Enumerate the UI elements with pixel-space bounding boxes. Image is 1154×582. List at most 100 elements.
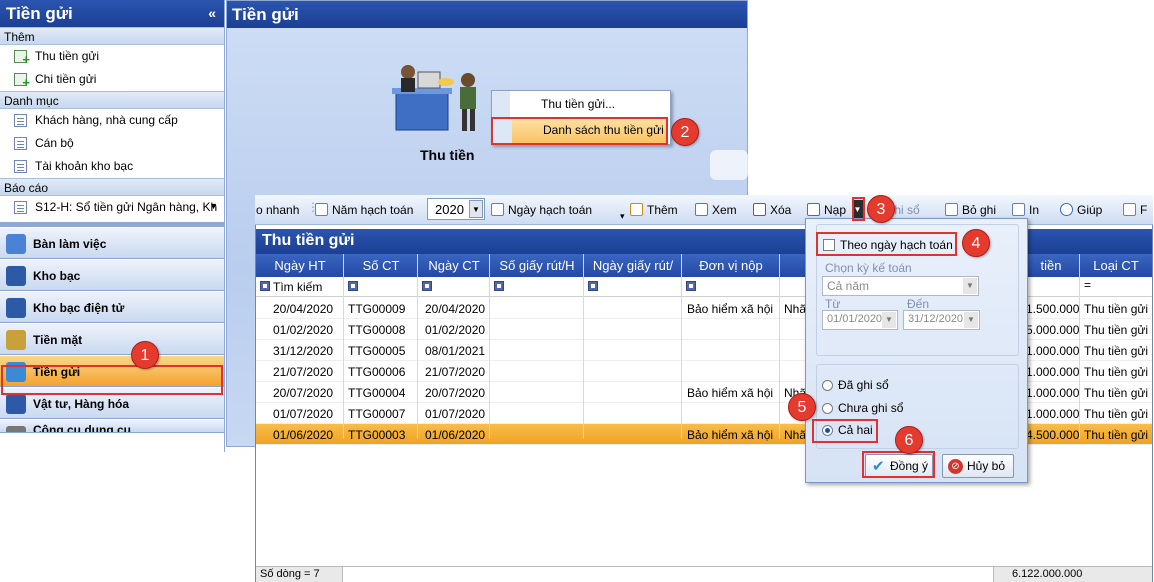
col-loai-ct[interactable]: Loại CT xyxy=(1080,258,1152,273)
cell-nha: Nhã xyxy=(784,428,807,442)
background-decoration xyxy=(710,150,748,180)
filter-operator[interactable]: = xyxy=(1084,278,1091,292)
step-badge-3: 3 xyxy=(867,195,895,223)
chevron-down-icon[interactable]: ▼ xyxy=(963,278,977,294)
cell-ngay-ct: 20/04/2020 xyxy=(425,302,486,316)
cell-don-vi: Bảo hiểm xã hội xyxy=(687,302,774,316)
module-label: Bàn làm việc xyxy=(33,237,107,251)
step-badge-5: 5 xyxy=(788,393,816,421)
chevron-down-icon[interactable]: ▼ xyxy=(964,312,978,328)
year-select[interactable]: 2020 ▼ xyxy=(427,198,485,220)
tb-ngay-hach-toan[interactable]: Ngày hạch toán xyxy=(491,203,592,217)
cell-ngay-ht: 01/06/2020 xyxy=(273,428,334,442)
cash-icon xyxy=(6,330,26,350)
filter-icon[interactable] xyxy=(348,281,358,291)
add-icon xyxy=(630,203,643,216)
e-bank-icon xyxy=(6,298,26,318)
tb-nhanh[interactable]: o nhanh xyxy=(256,203,299,217)
collapse-icon[interactable]: « xyxy=(208,5,216,21)
tb-them-button[interactable]: Thêm xyxy=(630,203,678,217)
chevron-down-icon[interactable]: ▼ xyxy=(882,312,896,328)
radio-label[interactable]: Chưa ghi sổ xyxy=(838,401,903,415)
nav-item-tai-khoan-kho-bac[interactable]: Tài khoản kho bạc xyxy=(0,155,224,178)
radio-label[interactable]: Đã ghi sổ xyxy=(838,378,889,392)
workspace-title: Tiền gửi xyxy=(227,1,747,28)
tb-bo-ghi-button[interactable]: Bỏ ghi xyxy=(945,203,996,217)
filter-icon[interactable] xyxy=(588,281,598,291)
radio-da-ghi-so[interactable] xyxy=(822,380,833,391)
cell-ngay-ht: 01/07/2020 xyxy=(273,407,334,421)
radio-chua-ghi-so[interactable] xyxy=(822,403,833,414)
huy-bo-button[interactable]: ⊘ Hủy bỏ xyxy=(942,454,1014,478)
col-ngay-ct[interactable]: Ngày CT xyxy=(418,258,490,273)
unpost-icon xyxy=(945,203,958,216)
filter-icon[interactable] xyxy=(422,281,432,291)
module-ban-lam-viec[interactable]: Bàn làm việc xyxy=(0,227,224,259)
highlight-checkbox xyxy=(816,232,957,256)
tb-giup-button[interactable]: Giúp xyxy=(1060,203,1102,217)
menu-item-thu-tien-gui[interactable]: Thu tiền gửi... xyxy=(492,91,670,117)
step-badge-4: 4 xyxy=(962,229,990,257)
tb-xoa-button[interactable]: Xóa xyxy=(753,203,791,217)
cell-don-vi: Bảo hiểm xã hội xyxy=(687,428,774,442)
col-ngay-giay-rut[interactable]: Ngày giấy rút/ xyxy=(584,258,682,273)
cell-so-ct: TTG00003 xyxy=(348,428,406,442)
button-label: Hủy bỏ xyxy=(967,459,1006,473)
nav-item-so-tien-gui[interactable]: S12-H: Sổ tiền gửi Ngân hàng, Kh ▼ xyxy=(0,196,224,222)
tb-label: Xem xyxy=(712,203,737,217)
module-label: Công cụ dụng cụ xyxy=(33,423,131,433)
col-don-vi-nop[interactable]: Đơn vị nộp xyxy=(682,258,780,273)
nav-item-label: S12-H: Sổ tiền gửi Ngân hàng, Kh xyxy=(35,200,218,214)
bank-icon xyxy=(6,266,26,286)
den-label: Đến xyxy=(907,297,930,311)
chevron-down-icon[interactable]: ▼ xyxy=(469,200,483,218)
tb-extra-button[interactable]: F xyxy=(1123,203,1147,217)
filter-label[interactable]: Tìm kiếm xyxy=(273,280,322,294)
col-ngay-ht[interactable]: Ngày HT xyxy=(256,258,344,273)
printer-icon xyxy=(1012,203,1025,216)
thu-tien-illustration[interactable] xyxy=(388,52,488,137)
module-kho-bac[interactable]: Kho bạc xyxy=(0,259,224,291)
filter-icon[interactable] xyxy=(494,281,504,291)
cell-ngay-ht: 20/07/2020 xyxy=(273,386,334,400)
cell-tien: 1.000.000 xyxy=(1026,407,1080,421)
tb-nap-button[interactable]: Nạp xyxy=(807,203,846,217)
filter-icon[interactable] xyxy=(260,281,270,291)
add-document-icon xyxy=(14,73,30,90)
tb-in-button[interactable]: In xyxy=(1012,203,1039,217)
tb-label: F xyxy=(1140,203,1148,217)
col-so-giay-rut[interactable]: Số giấy rút/H xyxy=(490,258,584,273)
filter-icon[interactable] xyxy=(686,281,696,291)
module-cong-cu[interactable]: Công cụ dụng cụ xyxy=(0,419,224,433)
help-icon xyxy=(1060,203,1073,216)
tu-label: Từ xyxy=(825,297,841,311)
cell-loai: Thu tiền gửi xyxy=(1084,302,1149,316)
cell-ngay-ct: 01/07/2020 xyxy=(425,407,486,421)
toolbar-overflow-icon[interactable]: ▾ xyxy=(620,211,625,222)
nav-item-thu-tien-gui[interactable]: Thu tiền gửi xyxy=(0,45,224,68)
cell-ngay-ht: 31/12/2020 xyxy=(273,344,334,358)
ky-ke-toan-select[interactable]: Cả năm ▼ xyxy=(822,276,979,296)
nav-item-chi-tien-gui[interactable]: Chi tiền gửi xyxy=(0,68,224,91)
col-so-tien[interactable]: tiền xyxy=(1026,258,1076,273)
step-badge-2: 2 xyxy=(671,118,699,146)
nav-item-khach-hang[interactable]: Khách hàng, nhà cung cấp xyxy=(0,109,224,132)
module-kho-bac-dien-tu[interactable]: Kho bạc điện tử xyxy=(0,291,224,323)
tb-nam-hach-toan: Năm hạch toán xyxy=(315,203,413,217)
highlight-tien-gui xyxy=(1,365,223,395)
tb-label: Thêm xyxy=(647,203,678,217)
cell-loai: Thu tiền gửi xyxy=(1084,365,1149,379)
tb-label: Giúp xyxy=(1077,203,1103,217)
nav-item-can-bo[interactable]: Cán bộ xyxy=(0,132,224,155)
module-tien-mat[interactable]: Tiền mặt xyxy=(0,323,224,355)
tu-date-field[interactable]: 01/01/2020 ▼ xyxy=(822,310,898,330)
cell-ngay-ht: 01/02/2020 xyxy=(273,323,334,337)
tb-label: Ngày hạch toán xyxy=(508,203,593,217)
panel-title: Tiền gửi xyxy=(6,4,73,23)
dropdown-arrow-icon[interactable]: ▼ xyxy=(209,201,218,211)
den-date-field[interactable]: 31/12/2020 ▼ xyxy=(903,310,980,330)
section-them: Thêm xyxy=(0,27,224,45)
tb-xem-button[interactable]: Xem xyxy=(695,203,737,217)
cell-don-vi: Bảo hiểm xã hội xyxy=(687,386,774,400)
col-so-ct[interactable]: Số CT xyxy=(344,258,418,273)
